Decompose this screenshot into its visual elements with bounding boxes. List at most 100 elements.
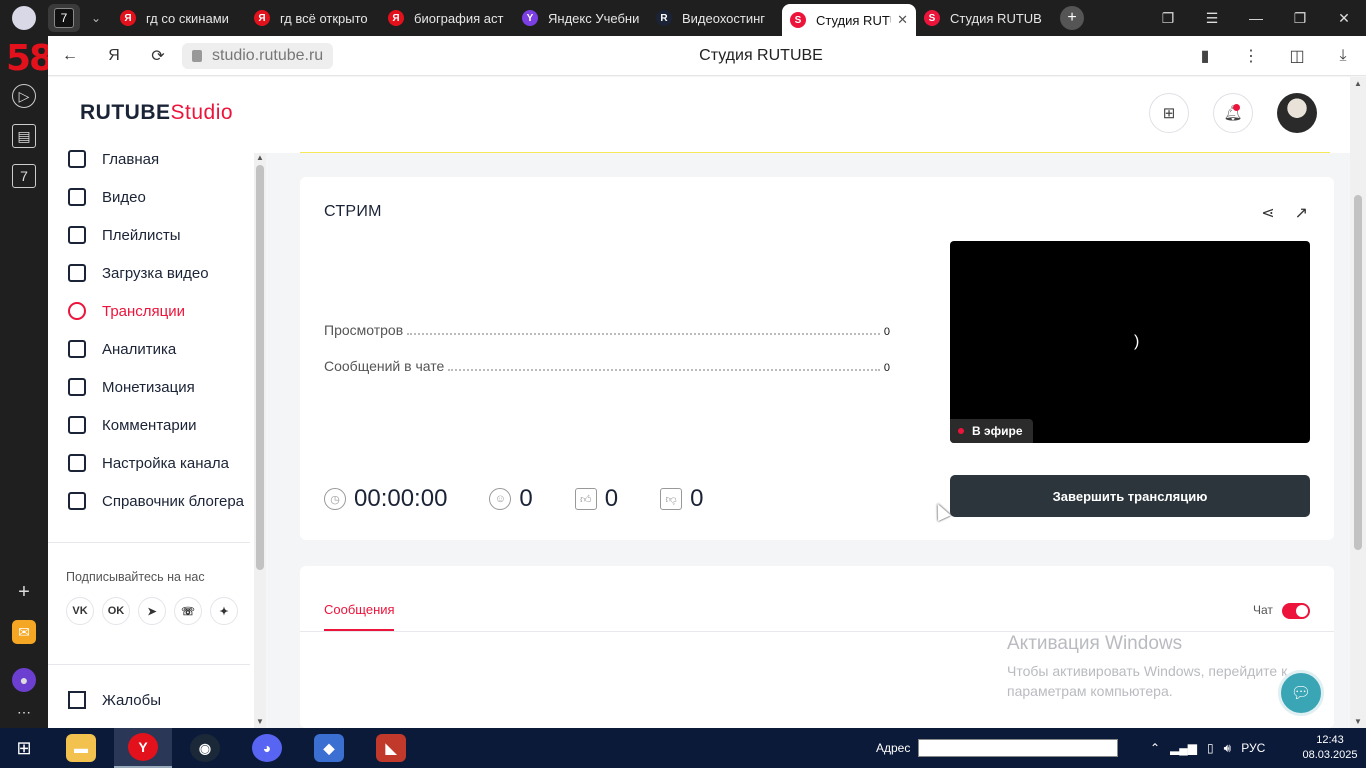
browser-tab[interactable]: S Студия RUTUB <box>916 3 1050 33</box>
yandex-icon[interactable]: Я <box>92 36 136 76</box>
yandex-browser-icon: Y <box>128 733 158 761</box>
info-icon <box>68 492 86 510</box>
scroll-up-icon[interactable]: ▲ <box>256 153 264 162</box>
back-button[interactable]: ← <box>48 36 92 76</box>
address-input[interactable] <box>918 739 1119 757</box>
tab-favicon-icon: S <box>790 12 806 28</box>
game-button[interactable]: ◆ <box>300 728 358 768</box>
url-text: studio.rutube.ru <box>212 46 324 64</box>
network-icon[interactable]: ▂▄▆ <box>1170 741 1197 755</box>
studio-header: RUTUBEStudio ⊞ 🔔︎ <box>48 77 1350 153</box>
scroll-down-icon[interactable]: ▼ <box>1354 717 1362 726</box>
file-explorer-button[interactable]: ▬ <box>52 728 110 768</box>
tab-messages[interactable]: Сообщения <box>324 602 395 617</box>
avatar[interactable] <box>1277 93 1317 133</box>
chevron-down-icon[interactable]: ⌄ <box>80 4 112 32</box>
scroll-up-icon[interactable]: ▲ <box>1354 79 1362 88</box>
scroll-thumb[interactable] <box>1354 195 1362 550</box>
stream-card: СТРИМ ⋖ ↗ Просмотров 0 Сообщений в чате … <box>300 177 1334 540</box>
sidebar-badge[interactable]: 7 <box>12 164 36 188</box>
nav-item-broadcast[interactable]: Трансляции <box>68 299 185 323</box>
tray-expand-icon[interactable]: ⌃ <box>1150 741 1160 755</box>
stream-title: СТРИМ <box>324 203 382 220</box>
nav-item-label: Настройка канала <box>102 454 229 472</box>
browser-tab[interactable]: R Видеохостинг <box>648 3 782 33</box>
language-indicator[interactable]: РУС <box>1241 741 1265 755</box>
new-tab-button[interactable]: + <box>1060 6 1084 30</box>
mail-icon[interactable]: ✉ <box>12 620 36 644</box>
live-badge: В эфире <box>950 419 1033 443</box>
battery-icon[interactable]: ▯ <box>1207 741 1214 755</box>
download-icon[interactable]: ⤓ <box>1320 36 1366 76</box>
tabs-panel-icon[interactable]: ❐ <box>1146 0 1190 36</box>
discord-button[interactable]: ◕ <box>238 728 296 768</box>
bookmark-icon[interactable]: ▮ <box>1182 36 1228 76</box>
dzen-icon[interactable]: ✦ <box>210 597 238 625</box>
nav-item-playlist[interactable]: Плейлисты <box>68 223 181 247</box>
nav-item-comment[interactable]: Комментарии <box>68 413 196 437</box>
sidebar-scrollbar[interactable]: ▲ ▼ <box>254 153 266 728</box>
browser-tab[interactable]: Ягд всё открыто <box>246 3 380 33</box>
more-icon[interactable]: ⋯ <box>12 700 36 724</box>
browser-tab[interactable]: Ябиография аст <box>380 3 514 33</box>
chat-messages-label: Сообщений в чате <box>324 358 445 374</box>
alice-icon[interactable]: ● <box>12 668 36 692</box>
extensions-icon[interactable]: ◫ <box>1274 36 1320 76</box>
app-button[interactable]: ◣ <box>362 728 420 768</box>
live-label: В эфире <box>972 424 1023 438</box>
nav-item-analytics[interactable]: Аналитика <box>68 337 176 361</box>
nav-item-info[interactable]: Справочник блогера <box>68 489 244 513</box>
windows-start-button[interactable]: ⊞ <box>0 728 48 768</box>
add-content-button[interactable]: ⊞ <box>1149 93 1189 133</box>
video-player[interactable]: ) В эфире <box>950 241 1310 443</box>
add-icon[interactable]: + <box>12 580 36 604</box>
collections-icon[interactable]: ▤ <box>12 124 36 148</box>
steam-button[interactable]: ◉ <box>176 728 234 768</box>
yandex-browser-button[interactable]: Y <box>114 728 172 768</box>
loading-spinner-icon: ) <box>1134 333 1140 350</box>
views-value: 0 <box>883 326 890 338</box>
nav-item-home[interactable]: Главная <box>68 147 159 171</box>
volume-icon[interactable]: 🔊︎ <box>1224 741 1232 756</box>
end-stream-button[interactable]: Завершить трансляцию <box>950 475 1310 517</box>
nav-item-complaints[interactable]: Жалобы <box>68 688 161 712</box>
close-window-button[interactable]: ✕ <box>1322 0 1366 36</box>
minimize-button[interactable]: — <box>1234 0 1278 36</box>
dislikes-value: 0 <box>690 485 704 512</box>
chat-toggle[interactable] <box>1282 603 1310 619</box>
broadcast-icon <box>68 302 86 320</box>
rutube-studio-logo[interactable]: RUTUBEStudio <box>80 101 233 125</box>
restore-button[interactable]: ❐ <box>1278 0 1322 36</box>
share-icon[interactable]: ⋖ <box>1261 203 1274 223</box>
taskbar-address: Адрес <box>876 728 1119 768</box>
tab-group-button[interactable]: 7 <box>48 4 80 32</box>
browser-tab[interactable]: Y Яндекс Учебни <box>514 3 648 33</box>
browser-tab[interactable]: S Студия RUTUBE ✕ <box>782 4 916 36</box>
reload-button[interactable]: ⟳ <box>136 36 180 76</box>
nav-item-video[interactable]: Видео <box>68 185 146 209</box>
kebab-menu-icon[interactable]: ⋮ <box>1228 36 1274 76</box>
clock[interactable]: 12:43 08.03.2025 <box>1300 733 1360 763</box>
vk-icon[interactable]: VK <box>66 597 94 625</box>
tab-title: Студия RUTUBE <box>816 12 891 28</box>
close-tab-icon[interactable]: ✕ <box>897 12 908 28</box>
telegram-icon[interactable]: ➤ <box>138 597 166 625</box>
nav-item-ruble[interactable]: Монетизация <box>68 375 195 399</box>
tab-favicon-icon: S <box>924 10 940 26</box>
ok-icon[interactable]: OK <box>102 597 130 625</box>
nav-item-upload[interactable]: Загрузка видео <box>68 261 209 285</box>
notifications-button[interactable]: 🔔︎ <box>1213 93 1253 133</box>
scroll-thumb[interactable] <box>256 165 264 570</box>
browser-profile-icon[interactable] <box>0 0 48 36</box>
tab-title: гд со скинами <box>146 10 229 26</box>
menu-icon[interactable]: ☰ <box>1190 0 1234 36</box>
url-field[interactable]: studio.rutube.ru <box>182 42 334 69</box>
external-link-icon[interactable]: ↗ <box>1295 203 1308 223</box>
support-chat-button[interactable]: 💬︎ <box>1278 670 1324 716</box>
scroll-down-icon[interactable]: ▼ <box>256 717 264 726</box>
viber-icon[interactable]: ☏ <box>174 597 202 625</box>
browser-tab[interactable]: Ягд со скинами <box>112 3 246 33</box>
play-icon[interactable]: ▷ <box>12 84 36 108</box>
page-scrollbar[interactable]: ▲ ▼ <box>1350 77 1366 728</box>
nav-item-gear[interactable]: Настройка канала <box>68 451 229 475</box>
